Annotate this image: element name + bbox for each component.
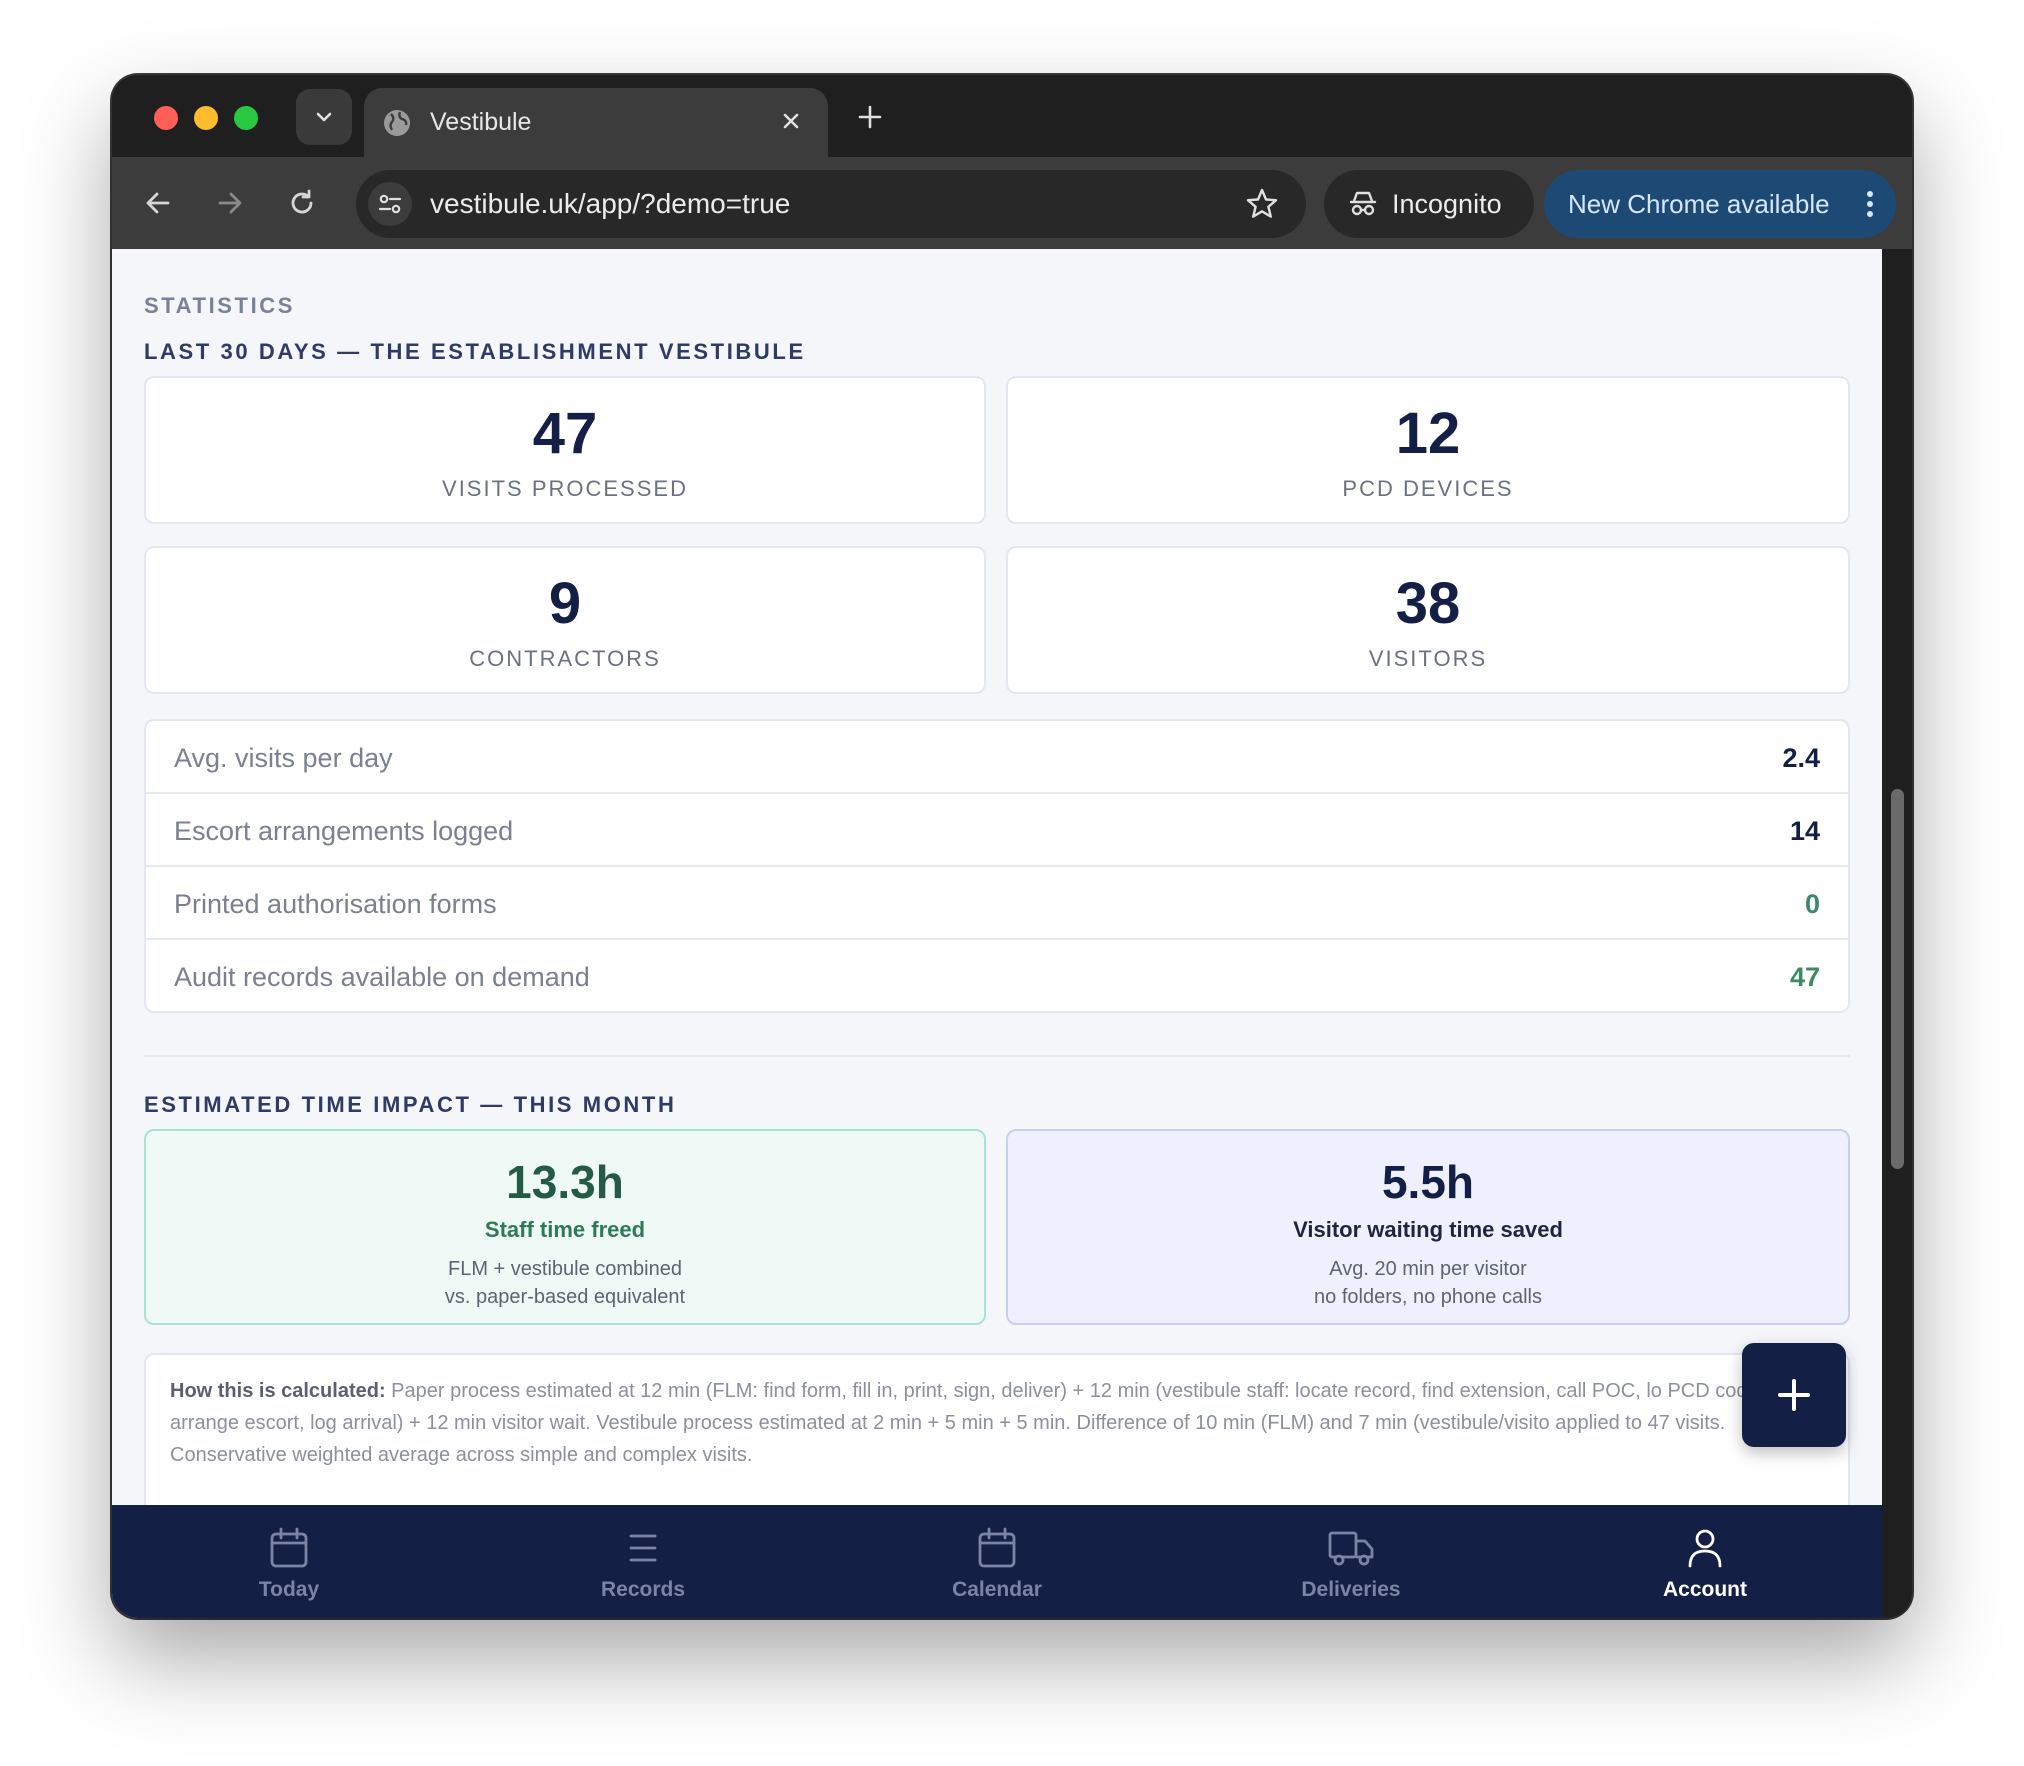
- chevron-down-icon: [316, 112, 332, 122]
- nav-label: Account: [1663, 1578, 1747, 1601]
- calculation-note: How this is calculated: Paper process es…: [144, 1353, 1850, 1513]
- browser-tab[interactable]: Vestibule: [364, 88, 828, 157]
- stats-row-value: 47: [1789, 962, 1820, 992]
- tab-title: Vestibule: [430, 108, 532, 136]
- globe-icon: [384, 110, 410, 136]
- stat-label: VISITS PROCESSED: [442, 476, 688, 501]
- browser-window: Vestibule vestibule.uk/app/?demo=true In…: [112, 75, 1912, 1618]
- add-visit-button[interactable]: [1742, 1343, 1846, 1447]
- nav-calendar[interactable]: Calendar: [820, 1505, 1174, 1618]
- nav-today[interactable]: Today: [112, 1505, 466, 1618]
- nav-records[interactable]: Records: [466, 1505, 820, 1618]
- stats-row-label: Avg. visits per day: [174, 743, 393, 773]
- url-text: vestibule.uk/app/?demo=true: [430, 188, 791, 219]
- stats-row-value: 0: [1804, 889, 1820, 919]
- stat-value: 47: [532, 401, 598, 466]
- incognito-button[interactable]: Incognito: [1324, 170, 1534, 238]
- app-page: STATISTICS LAST 30 DAYS — THE ESTABLISHM…: [112, 249, 1882, 1618]
- tab-search-button[interactable]: [296, 89, 352, 145]
- stats-row-value: 14: [1789, 816, 1820, 846]
- back-button[interactable]: [136, 181, 180, 225]
- new-tab-button[interactable]: [850, 97, 890, 137]
- arrow-left-icon: [146, 192, 170, 214]
- user-icon: [1688, 1529, 1722, 1568]
- page-scrollbar[interactable]: [1882, 249, 1912, 1618]
- stats-row-avg-visits: Avg. visits per day 2.4: [146, 721, 1848, 794]
- visitor-time-line2: no folders, no phone calls: [1314, 1286, 1542, 1308]
- incognito-label: Incognito: [1392, 188, 1502, 219]
- stats-row-printed-forms: Printed authorisation forms 0: [146, 867, 1848, 940]
- site-settings-button[interactable]: [368, 182, 412, 226]
- forward-button[interactable]: [208, 181, 252, 225]
- stats-row-escorts: Escort arrangements logged 14: [146, 794, 1848, 867]
- list-icon: [629, 1534, 657, 1562]
- bottom-nav: Today Records Calendar Deliveries Accoun…: [112, 1505, 1882, 1618]
- close-window-button[interactable]: [154, 106, 178, 130]
- nav-label: Today: [258, 1578, 320, 1601]
- stats-row-label: Audit records available on demand: [174, 962, 590, 992]
- close-icon: [783, 113, 799, 129]
- close-tab-button[interactable]: [774, 104, 808, 138]
- calculation-text: Paper process estimated at 12 min (FLM: …: [170, 1380, 1765, 1466]
- nav-deliveries[interactable]: Deliveries: [1174, 1505, 1528, 1618]
- nav-account[interactable]: Account: [1528, 1505, 1882, 1618]
- stat-label: VISITORS: [1368, 646, 1488, 671]
- address-bar[interactable]: vestibule.uk/app/?demo=true: [356, 170, 1306, 238]
- arrow-right-icon: [218, 192, 242, 214]
- stat-card-visits: 47 VISITS PROCESSED: [144, 376, 986, 524]
- reload-icon: [291, 189, 313, 214]
- staff-time-value: 13.3h: [506, 1156, 624, 1208]
- stat-label: CONTRACTORS: [469, 646, 661, 671]
- reload-button[interactable]: [280, 181, 324, 225]
- section-divider: [144, 1055, 1850, 1057]
- browser-toolbar: vestibule.uk/app/?demo=true Incognito Ne…: [112, 157, 1912, 249]
- stat-value: 9: [548, 571, 582, 636]
- tune-icon: [378, 194, 402, 214]
- visitor-time-line1: Avg. 20 min per visitor: [1329, 1258, 1527, 1280]
- maximize-window-button[interactable]: [234, 106, 258, 130]
- period-heading: LAST 30 DAYS — THE ESTABLISHMENT VESTIBU…: [144, 339, 806, 364]
- nav-label: Deliveries: [1301, 1578, 1401, 1601]
- staff-time-line1: FLM + vestibule combined: [447, 1258, 682, 1280]
- visitor-time-value: 5.5h: [1381, 1156, 1475, 1208]
- plus-icon: [1778, 1379, 1810, 1411]
- title-bar: Vestibule: [112, 75, 1912, 157]
- plus-icon: [858, 105, 882, 129]
- staff-time-card: 13.3h Staff time freed FLM + vestibule c…: [144, 1129, 986, 1325]
- stats-row-label: Escort arrangements logged: [174, 816, 514, 846]
- stat-label: PCD DEVICES: [1342, 476, 1514, 501]
- nav-label: Calendar: [952, 1578, 1042, 1601]
- bookmark-star-icon[interactable]: [1244, 186, 1280, 222]
- visitor-time-card: 5.5h Visitor waiting time saved Avg. 20 …: [1006, 1129, 1850, 1325]
- incognito-icon: [1349, 191, 1377, 216]
- stat-card-pcd: 12 PCD DEVICES: [1006, 376, 1850, 524]
- stat-value: 38: [1395, 571, 1461, 636]
- stat-card-contractors: 9 CONTRACTORS: [144, 546, 986, 694]
- stats-row-value: 2.4: [1782, 743, 1820, 773]
- update-chrome-button[interactable]: New Chrome available: [1544, 170, 1896, 238]
- impact-heading: ESTIMATED TIME IMPACT — THIS MONTH: [144, 1092, 677, 1117]
- calendar-icon: [270, 1527, 308, 1568]
- truck-icon: [1328, 1531, 1374, 1566]
- statistics-heading: STATISTICS: [144, 293, 296, 318]
- staff-time-line2: vs. paper-based equivalent: [444, 1286, 686, 1308]
- stat-card-visitors: 38 VISITORS: [1006, 546, 1850, 694]
- calendar-icon: [978, 1527, 1016, 1568]
- scrollbar-thumb[interactable]: [1891, 789, 1904, 1169]
- stats-row-label: Printed authorisation forms: [174, 889, 497, 919]
- visitor-time-title: Visitor waiting time saved: [1293, 1217, 1563, 1242]
- staff-time-title: Staff time freed: [484, 1217, 646, 1242]
- minimize-window-button[interactable]: [194, 106, 218, 130]
- stat-value: 12: [1395, 401, 1461, 466]
- stats-list: Avg. visits per day 2.4 Escort arrangeme…: [144, 719, 1850, 1013]
- nav-label: Records: [600, 1578, 686, 1601]
- more-vert-icon[interactable]: [1866, 190, 1874, 218]
- stats-row-audit-records: Audit records available on demand 47: [146, 940, 1848, 1011]
- calculation-label: How this is calculated:: [170, 1380, 386, 1402]
- update-label: New Chrome available: [1568, 189, 1830, 219]
